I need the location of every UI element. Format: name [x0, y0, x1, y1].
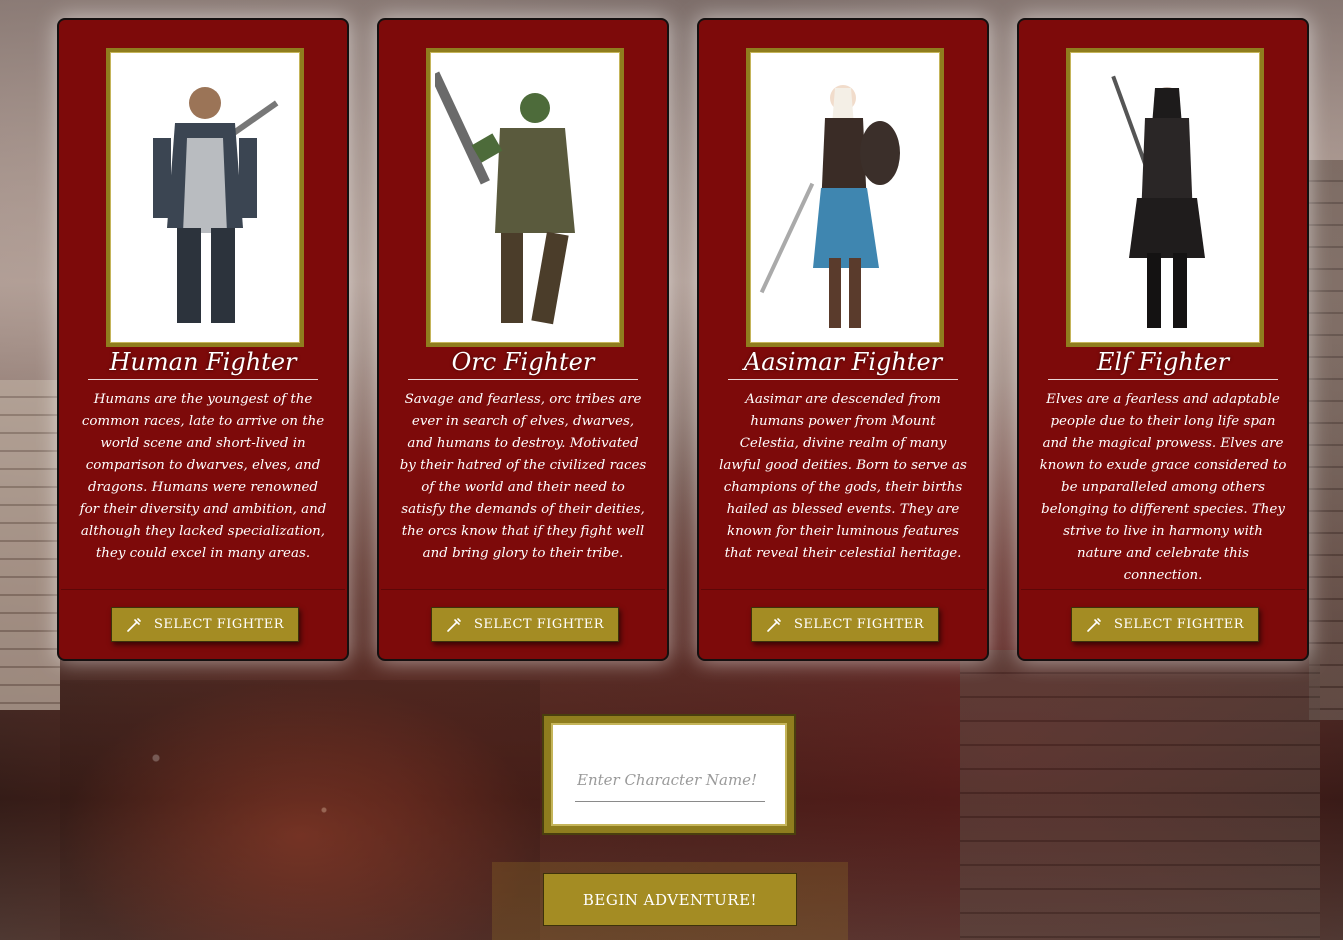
elf-fighter-figure-icon	[1111, 75, 1205, 328]
background-castle-wall-left	[0, 380, 60, 710]
select-fighter-label: SELECT FIGHTER	[153, 617, 285, 632]
select-fighter-label: SELECT FIGHTER	[1113, 617, 1245, 632]
select-fighter-button-human[interactable]: SELECT FIGHTER	[111, 607, 299, 642]
fighter-portrait-elf	[1066, 48, 1264, 347]
character-name-input[interactable]	[575, 759, 765, 802]
begin-adventure-button[interactable]: BEGIN ADVENTURE!	[543, 873, 797, 926]
fighter-description: Humans are the youngest of the common ra…	[79, 392, 327, 561]
fighter-title: Elf Fighter	[1096, 348, 1230, 376]
select-fighter-label: SELECT FIGHTER	[793, 617, 925, 632]
select-fighter-label: SELECT FIGHTER	[473, 617, 605, 632]
select-fighter-button-orc[interactable]: SELECT FIGHTER	[431, 607, 619, 642]
character-name-panel	[542, 714, 796, 835]
fighter-card-orc: Orc Fighter Savage and fearless, orc tri…	[377, 18, 669, 661]
syringe-icon	[127, 617, 141, 632]
fighter-title: Aasimar Fighter	[743, 348, 943, 376]
syringe-icon	[1087, 617, 1101, 632]
select-fighter-button-aasimar[interactable]: SELECT FIGHTER	[751, 607, 939, 642]
fighter-card-human: Human Fighter Humans are the youngest of…	[57, 18, 349, 661]
fighter-title: Orc Fighter	[451, 348, 595, 376]
orc-fighter-figure-icon	[435, 71, 575, 324]
card-footer-divider	[1021, 589, 1305, 590]
character-name-inner	[551, 723, 787, 826]
title-divider	[88, 379, 318, 380]
human-fighter-figure-icon	[153, 86, 279, 323]
fighter-description: Savage and fearless, orc tribes are ever…	[399, 392, 647, 561]
title-divider	[728, 379, 958, 380]
syringe-icon	[447, 617, 461, 632]
syringe-icon	[767, 617, 781, 632]
fighter-card-aasimar: Aasimar Fighter Aasimar are descended fr…	[697, 18, 989, 661]
fighter-portrait-orc	[426, 48, 624, 347]
title-divider	[408, 379, 638, 380]
background-castle-wall-right	[1309, 160, 1343, 720]
fighter-title: Human Fighter	[109, 348, 297, 376]
fighter-description: Elves are a fearless and adaptable peopl…	[1039, 392, 1287, 583]
aasimar-fighter-figure-icon	[759, 84, 900, 328]
fighter-portrait-human	[106, 48, 304, 347]
fighter-portrait-aasimar	[746, 48, 944, 347]
select-fighter-button-elf[interactable]: SELECT FIGHTER	[1071, 607, 1259, 642]
card-footer-divider	[381, 589, 665, 590]
fighter-description: Aasimar are descended from humans power …	[719, 392, 967, 561]
background-explosion-debris	[60, 680, 540, 940]
card-footer-divider	[61, 589, 345, 590]
title-divider	[1048, 379, 1278, 380]
background-tower	[960, 650, 1320, 940]
fighter-card-elf: Elf Fighter Elves are a fearless and ada…	[1017, 18, 1309, 661]
card-footer-divider	[701, 589, 985, 590]
